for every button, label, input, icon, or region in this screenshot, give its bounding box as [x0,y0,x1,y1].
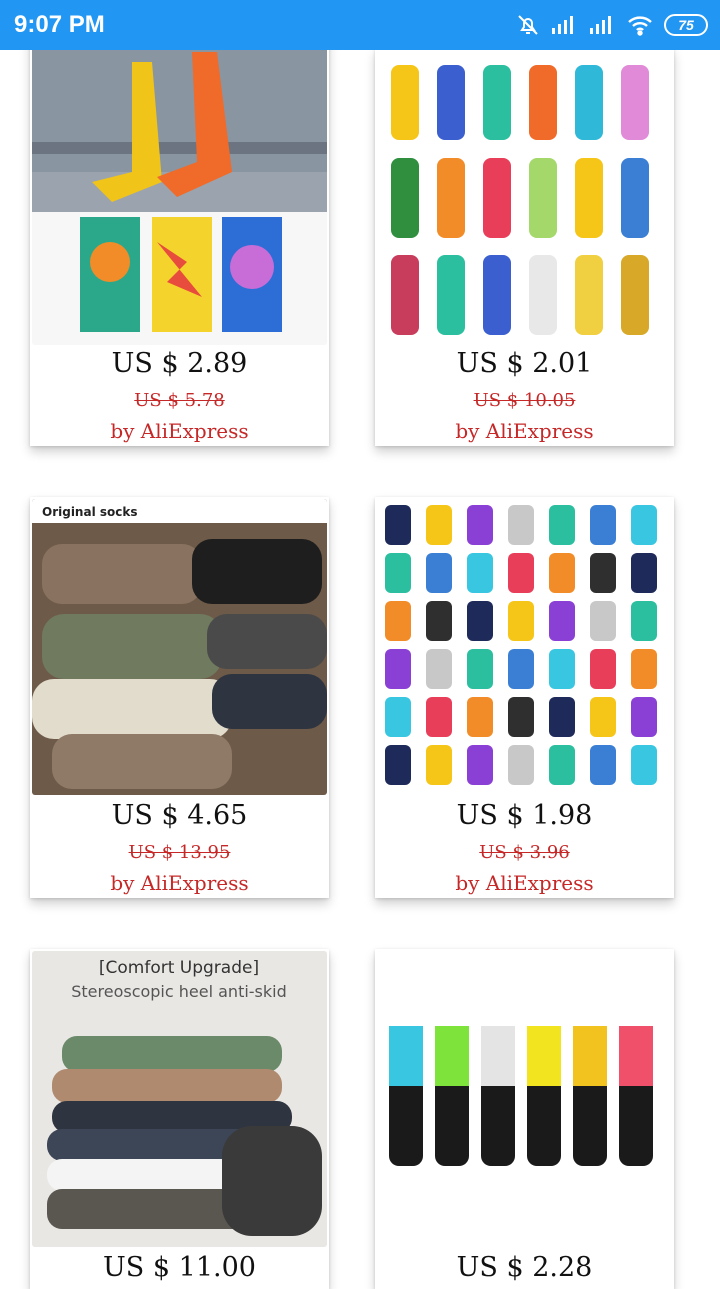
product-card[interactable]: US $ 2.28 [375,949,674,1289]
sock-thumbnail [508,649,534,689]
product-image[interactable] [377,951,672,1247]
sock-thumbnail [385,745,411,785]
product-grid: US $ 2.89 US $ 5.78 by AliExpress US $ 2… [0,0,720,1289]
sock-thumbnail [508,601,534,641]
sock-thumbnail [590,697,616,737]
sock-thumbnail [508,553,534,593]
sock-thumbnail [631,505,657,545]
product-original-price: US $ 10.05 [473,390,576,411]
image-caption: Stereoscopic heel anti-skid [71,982,287,1001]
product-price: US $ 2.01 [456,348,593,379]
sock-thumbnail [508,505,534,545]
sock-thumbnail [549,505,575,545]
product-price: US $ 2.89 [111,348,248,379]
sock-thumbnail [426,697,452,737]
sock-thumbnail [426,745,452,785]
product-price: US $ 4.65 [111,800,248,831]
sock-thumbnail [590,649,616,689]
wifi-icon [626,14,654,36]
sock-thumbnail [467,745,493,785]
signal-icon [588,14,616,36]
alarm-off-icon [516,13,540,37]
sock-thumbnail [467,553,493,593]
product-seller[interactable]: by AliExpress [30,871,329,895]
sock-thumbnail [631,745,657,785]
product-original-price: US $ 13.95 [128,842,231,863]
product-card[interactable]: [Comfort Upgrade] Stereoscopic heel anti… [30,949,329,1289]
sock-thumbnail [385,505,411,545]
sock-thumbnail [631,601,657,641]
product-price: US $ 11.00 [103,1252,256,1283]
product-card[interactable]: US $ 2.89 US $ 5.78 by AliExpress [30,0,329,446]
sock-thumbnail [590,505,616,545]
product-image[interactable] [377,50,672,343]
sock-thumbnail [549,649,575,689]
product-seller[interactable]: by AliExpress [375,871,674,895]
product-image[interactable]: [Comfort Upgrade] Stereoscopic heel anti… [32,951,327,1247]
product-card[interactable]: Original socks US $ 4.65 US $ 13.95 by A… [30,497,329,898]
sock-thumbnail [426,505,452,545]
sock-thumbnail [385,601,411,641]
sock-thumbnail [590,601,616,641]
sock-thumbnail [590,553,616,593]
sock-thumbnail [467,649,493,689]
sock-thumbnail [385,697,411,737]
image-caption: [Comfort Upgrade] [99,958,259,978]
signal-icon [550,14,578,36]
sock-thumbnail [549,553,575,593]
product-image[interactable] [377,499,672,795]
sock-thumbnail [426,553,452,593]
sock-thumbnail [590,745,616,785]
sock-thumbnail [467,505,493,545]
product-original-price: US $ 5.78 [134,390,225,411]
sock-thumbnail [549,745,575,785]
sock-thumbnail [467,601,493,641]
product-seller[interactable]: by AliExpress [375,419,674,443]
sock-thumbnail [508,697,534,737]
battery-level: 75 [678,17,694,33]
sock-thumbnail [426,601,452,641]
status-time: 9:07 PM [14,11,105,38]
sock-thumbnail [549,697,575,737]
sock-thumbnail [631,697,657,737]
sock-thumbnail [631,649,657,689]
product-card[interactable]: US $ 1.98 US $ 3.96 by AliExpress [375,497,674,898]
product-original-price: US $ 3.96 [479,842,570,863]
product-card[interactable]: US $ 2.01 US $ 10.05 by AliExpress [375,48,674,446]
sock-thumbnail [549,601,575,641]
status-bar: 9:07 PM 75 [0,0,720,50]
sock-thumbnail [385,649,411,689]
sock-thumbnail [426,649,452,689]
image-caption: Original socks [42,505,138,519]
battery-icon: 75 [664,14,708,36]
product-image[interactable]: Original socks [32,499,327,795]
product-seller[interactable]: by AliExpress [30,419,329,443]
product-image[interactable] [32,2,327,345]
product-price: US $ 2.28 [456,1252,593,1283]
status-icons: 75 [516,10,708,40]
product-price: US $ 1.98 [456,800,593,831]
sock-thumbnail [508,745,534,785]
sock-thumbnail [467,697,493,737]
sock-thumbnail [631,553,657,593]
sock-thumbnail [385,553,411,593]
